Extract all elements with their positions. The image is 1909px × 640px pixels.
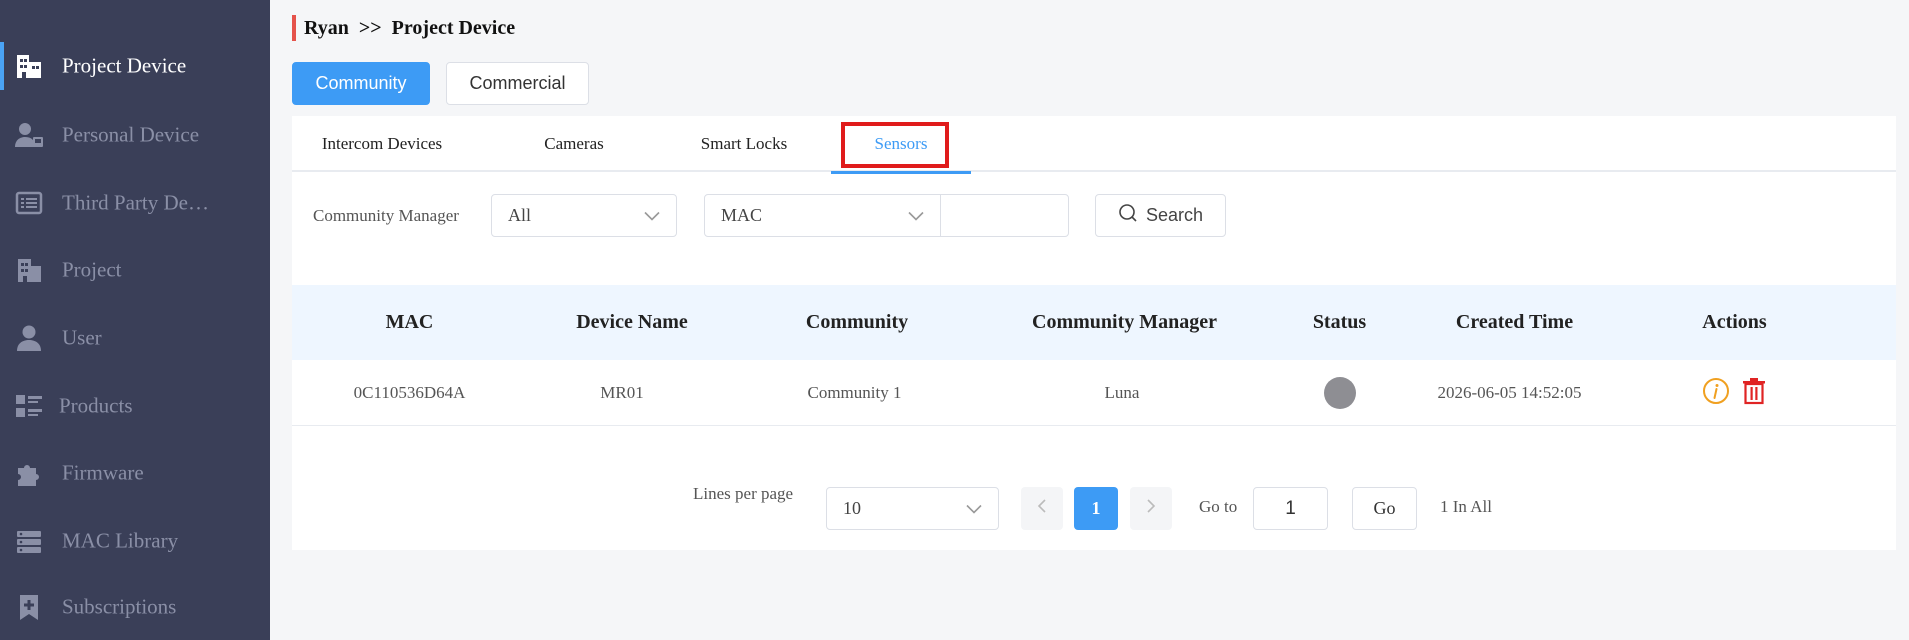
filter-panel: Intercom Devices Cameras Smart Locks Sen… bbox=[292, 116, 1896, 286]
tab-community[interactable]: Community bbox=[292, 62, 430, 105]
list-panel-icon bbox=[14, 188, 44, 218]
cell-community: Community 1 bbox=[807, 383, 902, 402]
building-icon bbox=[14, 51, 44, 81]
community-manager-select[interactable]: All bbox=[491, 194, 677, 237]
device-type-tabs: Intercom Devices Cameras Smart Locks Sen… bbox=[292, 116, 1896, 174]
search-icon bbox=[1118, 203, 1138, 228]
sidebar-item-label: Third Party De… bbox=[62, 190, 209, 215]
total-count: 1 In All bbox=[1440, 497, 1492, 516]
cell-actions bbox=[1622, 360, 1847, 426]
cell-mac: 0C110536D64A bbox=[353, 383, 466, 402]
lines-per-page-value: 10 bbox=[843, 498, 861, 518]
chevron-down-icon bbox=[644, 205, 660, 226]
search-field-select[interactable]: MAC bbox=[704, 194, 941, 237]
lines-per-page-select[interactable]: 10 bbox=[826, 487, 999, 530]
chevron-down-icon bbox=[966, 498, 982, 519]
table-row[interactable]: 0C110536D64A MR01 Community 1 Luna 2026-… bbox=[292, 360, 1896, 426]
sidebar-item-project[interactable]: Project bbox=[0, 242, 270, 298]
column-header-community: Community bbox=[805, 311, 909, 333]
delete-icon[interactable] bbox=[1740, 377, 1768, 410]
sidebar-item-label: Subscriptions bbox=[62, 594, 177, 619]
cell-status bbox=[1272, 360, 1407, 426]
sidebar-item-project-device[interactable]: Project Device bbox=[0, 38, 270, 94]
bookmark-add-icon bbox=[14, 592, 44, 622]
goto-label: Go to bbox=[1199, 497, 1238, 516]
tab-intercom-devices[interactable]: Intercom Devices bbox=[312, 116, 452, 172]
sidebar-item-third-party-device[interactable]: Third Party De… bbox=[0, 175, 270, 231]
sidebar-item-label: Project Device bbox=[62, 53, 187, 78]
chevron-right-icon bbox=[1146, 499, 1156, 518]
sidebar-item-mac-library[interactable]: MAC Library bbox=[0, 513, 270, 569]
cell-device-name: MR01 bbox=[600, 383, 644, 402]
tab-smart-locks[interactable]: Smart Locks bbox=[684, 116, 804, 172]
person-device-icon bbox=[14, 120, 44, 150]
products-icon bbox=[14, 391, 44, 421]
sidebar-item-label: MAC Library bbox=[62, 528, 179, 553]
sidebar-item-products[interactable]: Products bbox=[0, 378, 270, 434]
puzzle-icon bbox=[14, 458, 44, 488]
column-header-created-time: Created Time bbox=[1455, 311, 1574, 333]
sidebar: Project Device Personal Device Third Par… bbox=[0, 0, 270, 640]
page-number-current[interactable]: 1 bbox=[1074, 487, 1118, 530]
office-building-icon bbox=[14, 255, 44, 285]
sidebar-item-user[interactable]: User bbox=[0, 310, 270, 366]
goto-page-input[interactable]: 1 bbox=[1253, 487, 1328, 530]
breadcrumb-current: Project Device bbox=[391, 16, 516, 39]
community-manager-value: All bbox=[508, 205, 532, 225]
column-header-device-name: Device Name bbox=[576, 311, 688, 333]
tab-sensors[interactable]: Sensors bbox=[831, 116, 971, 174]
search-button[interactable]: Search bbox=[1095, 194, 1226, 237]
search-input[interactable] bbox=[940, 194, 1069, 237]
info-icon[interactable] bbox=[1702, 377, 1730, 410]
breadcrumb: Ryan >> Project Device bbox=[292, 15, 515, 41]
sidebar-item-label: Personal Device bbox=[62, 122, 200, 147]
sidebar-item-personal-device[interactable]: Personal Device bbox=[0, 107, 270, 163]
prev-page-button[interactable] bbox=[1021, 487, 1063, 530]
tab-cameras[interactable]: Cameras bbox=[524, 116, 624, 172]
sidebar-item-label: Firmware bbox=[62, 460, 144, 485]
device-table: MAC Device Name Community Community Mana… bbox=[292, 285, 1896, 550]
chevron-left-icon bbox=[1037, 499, 1047, 518]
chevron-down-icon bbox=[908, 205, 924, 226]
cell-community-manager: Luna bbox=[1104, 383, 1140, 402]
breadcrumb-parent[interactable]: Ryan bbox=[304, 17, 349, 40]
lines-per-page-label: Lines per page bbox=[693, 484, 794, 503]
user-icon bbox=[14, 323, 44, 353]
search-field-value: MAC bbox=[721, 205, 763, 225]
table-header: MAC Device Name Community Community Mana… bbox=[292, 285, 1896, 360]
column-header-actions: Actions bbox=[1702, 311, 1767, 333]
next-page-button[interactable] bbox=[1130, 487, 1172, 530]
status-offline-indicator bbox=[1323, 377, 1356, 409]
breadcrumb-separator: >> bbox=[358, 16, 382, 39]
sidebar-item-subscriptions[interactable]: Subscriptions bbox=[0, 579, 270, 635]
search-button-label: Search bbox=[1145, 205, 1204, 225]
sidebar-item-label: User bbox=[62, 325, 102, 350]
column-header-mac: MAC bbox=[385, 311, 434, 333]
column-header-community-manager: Community Manager bbox=[1032, 311, 1217, 333]
sidebar-item-label: Products bbox=[59, 393, 133, 418]
sidebar-item-firmware[interactable]: Firmware bbox=[0, 445, 270, 501]
column-header-status: Status bbox=[1312, 311, 1367, 333]
cell-created-time: 2026-06-05 14:52:05 bbox=[1437, 383, 1582, 402]
tab-commercial[interactable]: Commercial bbox=[446, 62, 589, 105]
sidebar-item-label: Project bbox=[62, 257, 122, 282]
go-button[interactable]: Go bbox=[1352, 487, 1417, 530]
community-manager-label: Community Manager bbox=[313, 206, 459, 225]
server-icon bbox=[14, 526, 44, 556]
